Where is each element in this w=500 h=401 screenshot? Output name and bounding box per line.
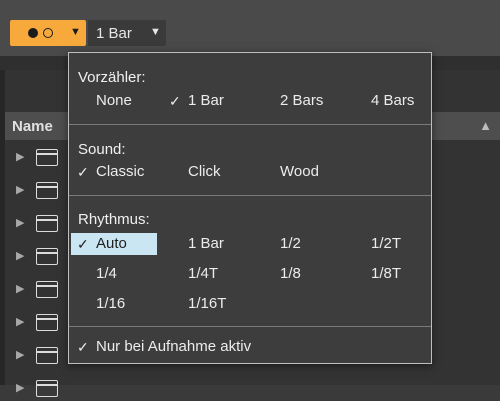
checkmark-icon: ✓: [169, 93, 181, 109]
expand-arrow-icon[interactable]: ▶: [16, 183, 24, 196]
sort-ascending-icon[interactable]: ▲: [479, 118, 492, 133]
rhythm-option[interactable]: 1/4T: [188, 263, 218, 285]
sound-option[interactable]: Wood: [280, 161, 319, 183]
metronome-dot-filled-icon: [28, 28, 38, 38]
browser-row[interactable]: ▶: [12, 245, 72, 269]
browser-row[interactable]: ▶: [12, 146, 72, 170]
count-in-option-label: 4 Bars: [371, 92, 415, 109]
count-in-option[interactable]: None: [96, 90, 132, 112]
rhythm-option-label: 1/16T: [188, 295, 227, 312]
browser-row[interactable]: ▶: [12, 212, 72, 236]
rhythm-option[interactable]: 1/4: [96, 263, 117, 285]
chevron-down-icon[interactable]: ▼: [70, 26, 81, 38]
rhythm-option[interactable]: 1/8: [280, 263, 301, 285]
count-in-select[interactable]: 1 Bar ▼: [88, 20, 166, 46]
rhythm-option-label: 1/8: [280, 265, 301, 282]
browser-row[interactable]: ▶: [12, 311, 72, 335]
folder-icon: [36, 149, 58, 166]
checkmark-icon: ✓: [77, 339, 89, 355]
rhythm-option[interactable]: 1/2: [280, 233, 301, 255]
sound-option[interactable]: ✓ Classic: [77, 161, 145, 183]
rhythm-option[interactable]: 1/8T: [371, 263, 401, 285]
rhythm-title: Rhythmus:: [78, 211, 150, 228]
rhythm-option-label: 1/4T: [188, 265, 219, 282]
expand-arrow-icon[interactable]: ▶: [16, 249, 24, 262]
expand-arrow-icon[interactable]: ▶: [16, 315, 24, 328]
folder-icon: [36, 281, 58, 298]
browser-row[interactable]: ▶: [12, 278, 72, 302]
browser-row[interactable]: ▶: [12, 344, 72, 368]
record-only-label: Nur bei Aufnahme aktiv: [96, 338, 252, 355]
rhythm-option[interactable]: ✓ Auto: [71, 233, 157, 255]
count-in-option-label: 2 Bars: [280, 92, 324, 109]
rhythm-option-label: 1/16: [96, 295, 126, 312]
sound-option-label: Classic: [96, 163, 145, 180]
browser-left-strip: [0, 70, 5, 385]
menu-separator: [69, 326, 431, 327]
count-in-option[interactable]: ✓ 1 Bar: [169, 90, 224, 112]
rhythm-option-label: 1/2: [280, 235, 301, 252]
count-in-option[interactable]: 4 Bars: [371, 90, 414, 112]
folder-icon: [36, 182, 58, 199]
count-in-title: Vorzähler:: [78, 69, 146, 86]
count-in-select-value: 1 Bar: [96, 25, 132, 42]
count-in-option-label: 1 Bar: [188, 92, 224, 109]
rhythm-option[interactable]: 1 Bar: [188, 233, 224, 255]
expand-arrow-icon[interactable]: ▶: [16, 381, 24, 394]
column-header-name: Name: [12, 118, 53, 135]
sound-option-label: Wood: [280, 163, 319, 180]
folder-icon: [36, 215, 58, 232]
count-in-option-label: None: [96, 92, 132, 109]
record-only-option[interactable]: ✓ Nur bei Aufnahme aktiv: [77, 336, 316, 358]
menu-separator: [69, 195, 431, 196]
rhythm-option-label: 1/8T: [371, 265, 402, 282]
checkmark-icon: ✓: [77, 164, 89, 180]
metronome-dot-hollow-icon: [43, 28, 53, 38]
expand-arrow-icon[interactable]: ▶: [16, 216, 24, 229]
expand-arrow-icon[interactable]: ▶: [16, 348, 24, 361]
folder-icon: [36, 380, 58, 397]
expand-arrow-icon[interactable]: ▶: [16, 150, 24, 163]
rhythm-option-label: 1/2T: [371, 235, 402, 252]
folder-icon: [36, 347, 58, 364]
menu-separator: [69, 124, 431, 125]
rhythm-option[interactable]: 1/2T: [371, 233, 401, 255]
chevron-down-icon: ▼: [150, 26, 161, 38]
toolbar: ▼ 1 Bar ▼: [0, 0, 500, 56]
count-in-option[interactable]: 2 Bars: [280, 90, 323, 112]
sound-title: Sound:: [78, 141, 126, 158]
sound-option[interactable]: Click: [188, 161, 221, 183]
expand-arrow-icon[interactable]: ▶: [16, 282, 24, 295]
folder-icon: [36, 314, 58, 331]
metronome-button[interactable]: ▼: [10, 20, 86, 46]
sound-option-label: Click: [188, 163, 221, 180]
metronome-settings-menu: Vorzähler: None ✓ 1 Bar 2 Bars 4 Bars Sound:…: [68, 52, 432, 364]
browser-row[interactable]: ▶: [12, 377, 72, 401]
rhythm-option[interactable]: 1/16T: [188, 293, 226, 315]
rhythm-option-label: 1 Bar: [188, 235, 224, 252]
rhythm-option-label: 1/4: [96, 265, 117, 282]
checkmark-icon: ✓: [77, 236, 89, 252]
browser-row[interactable]: ▶: [12, 179, 72, 203]
rhythm-option-label: Auto: [96, 235, 127, 252]
folder-icon: [36, 248, 58, 265]
rhythm-option[interactable]: 1/16: [96, 293, 125, 315]
